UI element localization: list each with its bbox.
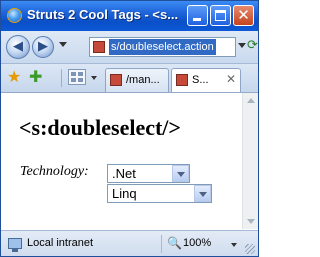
quick-tabs-icon[interactable] xyxy=(68,69,86,85)
favorites-star-icon[interactable]: ★ xyxy=(7,68,21,86)
close-button[interactable]: ✕ xyxy=(233,5,254,26)
page-heading: <s:doubleselect/> xyxy=(19,115,181,140)
zoom-dropdown[interactable] xyxy=(231,243,237,247)
close-icon: ✕ xyxy=(237,6,250,24)
sub-technology-select-value: Linq xyxy=(112,186,137,201)
tab-label: S... xyxy=(192,74,209,86)
vertical-scrollbar[interactable] xyxy=(242,93,258,229)
refresh-icon[interactable]: ⟳ xyxy=(247,39,258,53)
page-icon xyxy=(93,41,105,53)
technology-select-value: .Net xyxy=(112,166,136,181)
tab-bar: ★ ✚ /man... S... ✕ xyxy=(1,64,258,93)
chevron-down-icon[interactable] xyxy=(194,185,211,202)
forward-button[interactable]: ▶ xyxy=(32,36,54,58)
address-text[interactable]: s/doubleselect.action xyxy=(109,39,216,55)
intranet-zone-icon xyxy=(8,238,22,252)
minimize-icon xyxy=(193,18,201,21)
tab-list-dropdown[interactable] xyxy=(91,76,97,80)
scroll-up-icon[interactable] xyxy=(247,98,255,103)
sub-technology-select[interactable]: Linq xyxy=(107,184,212,203)
status-bar: Local intranet 🔍 100% xyxy=(1,230,258,256)
technology-label: Technology: xyxy=(20,164,89,179)
back-button[interactable]: ◀ xyxy=(6,35,30,59)
add-favorites-icon[interactable]: ✚ xyxy=(29,68,42,86)
tab-current[interactable]: S... ✕ xyxy=(171,68,241,92)
window-title: Struts 2 Cool Tags - <s... xyxy=(27,7,179,22)
navigation-bar: ◀ ▶ s/doubleselect.action ⟳ xyxy=(1,31,258,64)
security-zone-text: Local intranet xyxy=(27,237,94,249)
recent-pages-dropdown[interactable] xyxy=(59,42,67,47)
scroll-down-icon[interactable] xyxy=(247,219,255,224)
tab-page-icon xyxy=(110,74,122,86)
zoom-icon[interactable]: 🔍 xyxy=(167,236,182,250)
minimize-button[interactable] xyxy=(187,5,208,26)
tab-close-icon[interactable]: ✕ xyxy=(226,72,236,86)
zoom-level[interactable]: 100% xyxy=(183,237,211,249)
chevron-down-icon[interactable] xyxy=(172,165,189,182)
title-bar: Struts 2 Cool Tags - <s... ✕ xyxy=(1,1,258,31)
maximize-button[interactable] xyxy=(210,5,231,26)
browser-window: Struts 2 Cool Tags - <s... ✕ ◀ ▶ s/doubl… xyxy=(0,0,259,257)
maximize-icon xyxy=(215,10,226,21)
address-dropdown[interactable] xyxy=(238,43,246,48)
ie-logo-icon xyxy=(7,8,22,23)
tab-label: /man... xyxy=(126,74,160,86)
status-divider xyxy=(161,235,162,253)
address-bar[interactable]: s/doubleselect.action xyxy=(89,37,236,57)
tab-manual[interactable]: /man... xyxy=(105,68,169,92)
resize-grip[interactable] xyxy=(245,244,255,254)
page-content: <s:doubleselect/> Technology: .Net Linq xyxy=(1,93,242,229)
technology-select[interactable]: .Net xyxy=(107,164,190,183)
tab-page-icon xyxy=(176,74,188,86)
toolbar-divider xyxy=(61,69,62,87)
